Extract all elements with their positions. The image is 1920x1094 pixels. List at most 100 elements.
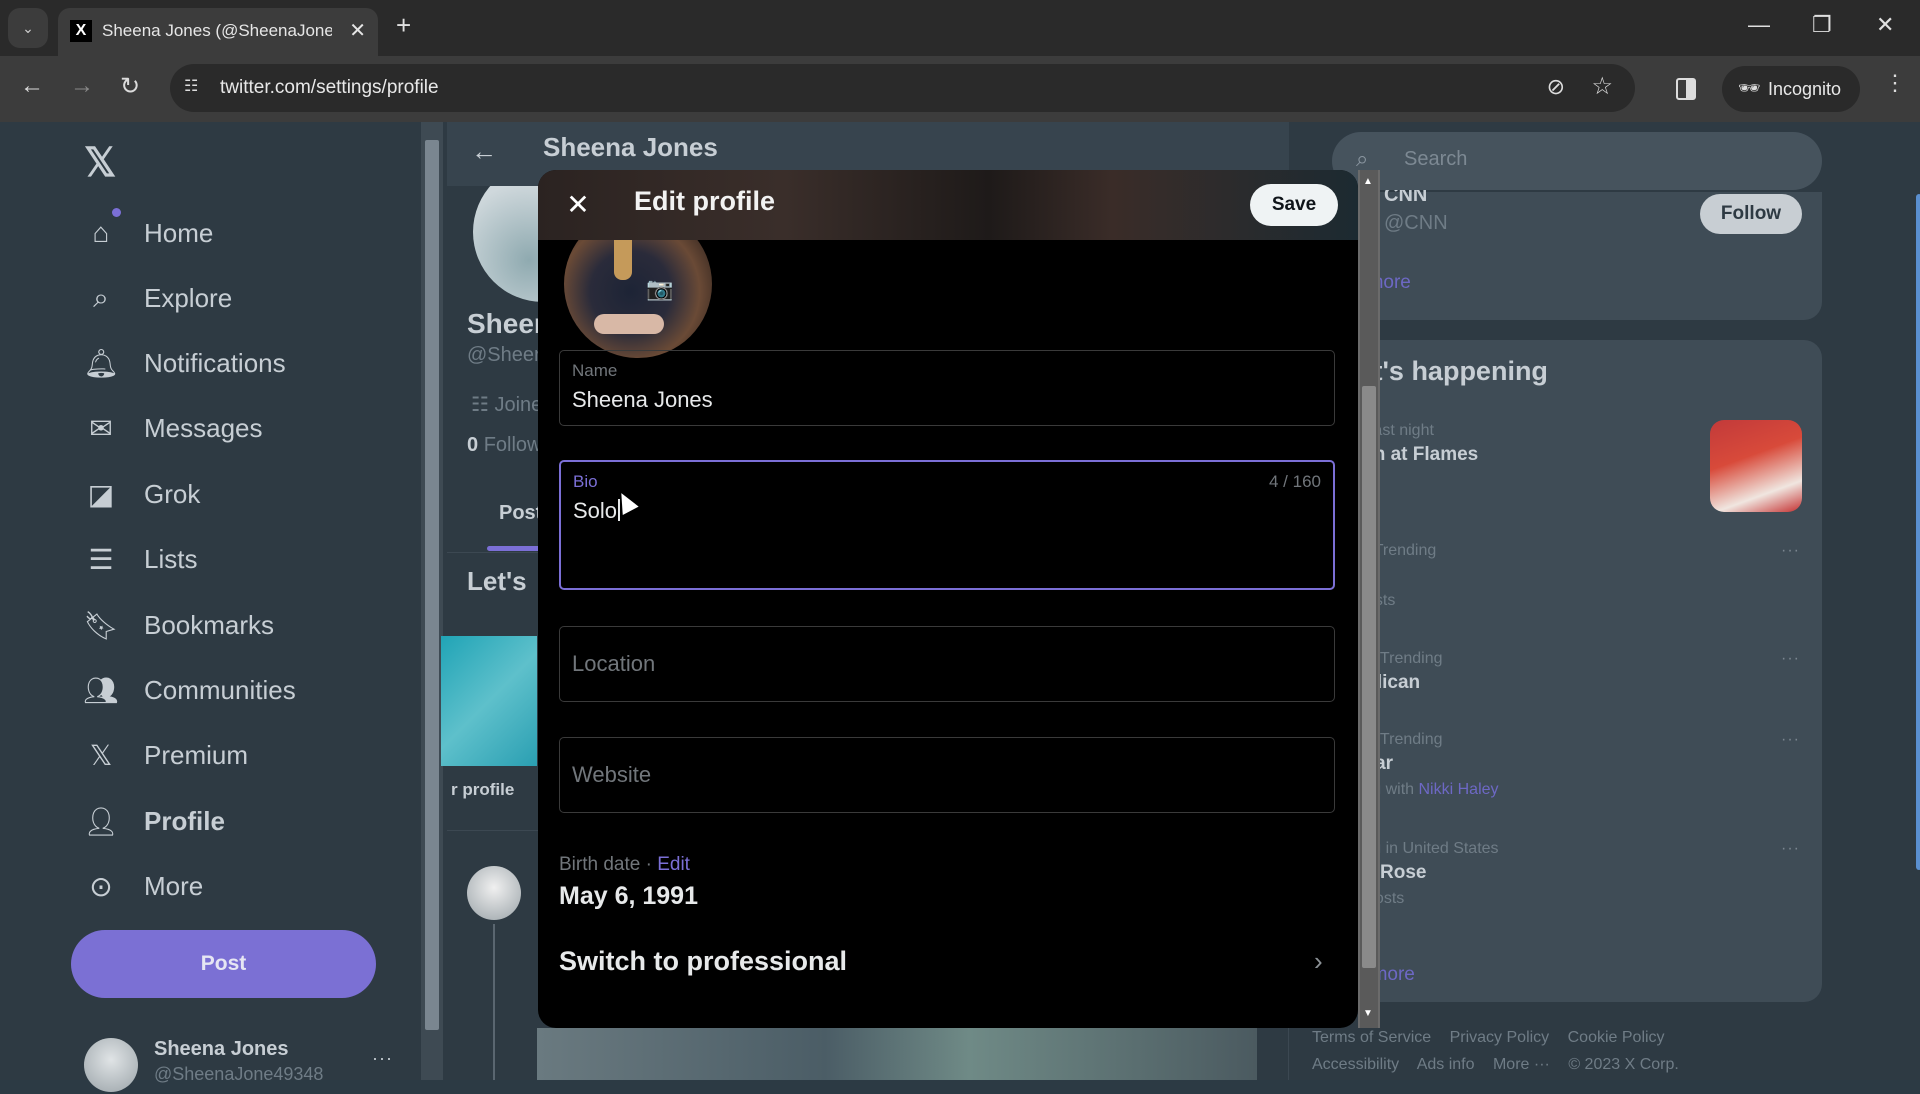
new-tab-button[interactable]: + xyxy=(396,12,411,38)
scroll-up-arrow-icon[interactable]: ▲ xyxy=(1363,176,1373,187)
birth-date-edit-link[interactable]: Edit xyxy=(657,854,690,875)
sidebar-item-more[interactable]: ⊙ More xyxy=(84,861,203,911)
edit-profile-dialog: 📷 ✕ Edit profile Save Name Sheena Jones … xyxy=(538,170,1358,1028)
bookmark-star-icon[interactable]: ☆ xyxy=(1591,72,1613,101)
setup-card-image[interactable] xyxy=(441,636,537,766)
left-sidebar: 𝕏 ⌂ Home ⌕ Explore 🔔︎ Notifications ✉ Me… xyxy=(0,122,420,1092)
sidebar-item-explore[interactable]: ⌕ Explore xyxy=(84,273,232,323)
site-info-icon[interactable]: ☷ xyxy=(184,76,208,100)
tab-posts[interactable]: Post xyxy=(499,502,542,525)
back-arrow-icon[interactable]: ← xyxy=(471,136,497,167)
more-icon[interactable]: ··· xyxy=(1781,840,1800,858)
scrollbar-thumb[interactable] xyxy=(425,140,439,1030)
sidebar-item-premium[interactable]: 𝕏 Premium xyxy=(84,730,248,780)
more-icon[interactable]: ··· xyxy=(1781,650,1800,668)
tab-search-button[interactable]: ⌄ xyxy=(8,8,48,48)
url-text[interactable]: twitter.com/settings/profile xyxy=(220,77,439,99)
follow-button[interactable]: Follow xyxy=(1700,194,1802,234)
trend-item[interactable]: rts · Trending ebo K posts ··· xyxy=(1342,542,1812,610)
sidebar-item-communities[interactable]: 👥︎ Communities xyxy=(83,665,296,715)
close-icon[interactable]: ✕ xyxy=(558,184,598,224)
browser-tab[interactable]: X Sheena Jones (@SheenaJone49 ✕ xyxy=(58,8,378,56)
restore-icon[interactable]: ❐ xyxy=(1812,12,1832,38)
trend-item[interactable]: tics · Trending publican ··· xyxy=(1342,650,1812,694)
trend-image xyxy=(1710,420,1802,512)
thread-line xyxy=(493,924,495,1080)
sidebar-item-label: Notifications xyxy=(144,347,286,378)
location-field[interactable]: Location xyxy=(559,626,1335,702)
name-field[interactable]: Name Sheena Jones xyxy=(559,350,1335,426)
grok-icon: ◪ xyxy=(87,478,115,510)
page-scrollbar[interactable] xyxy=(1916,194,1920,870)
sidebar-item-messages[interactable]: ✉ Messages xyxy=(84,403,262,453)
birth-date-value: May 6, 1991 xyxy=(559,882,698,910)
trend-context-link[interactable]: Nikki Haley xyxy=(1419,781,1499,798)
birth-date-label: Birth date · Edit xyxy=(559,854,690,876)
trend-name: ebo xyxy=(1342,564,1812,586)
reload-icon[interactable]: ↻ xyxy=(120,72,140,101)
website-field[interactable]: Website xyxy=(559,737,1335,813)
footer-link[interactable]: Ads info xyxy=(1417,1056,1475,1073)
footer-link[interactable]: Privacy Policy xyxy=(1450,1029,1550,1046)
bio-field[interactable]: Bio 4 / 160 Solo xyxy=(559,460,1335,590)
side-panel-icon[interactable] xyxy=(1676,78,1696,100)
sidebar-item-grok[interactable]: ◪ Grok xyxy=(84,469,201,519)
trend-name: publican xyxy=(1342,672,1421,693)
eye-off-icon[interactable]: ⊘ xyxy=(1547,74,1565,100)
footer-link[interactable]: Cookie Policy xyxy=(1568,1029,1665,1046)
sidebar-item-notifications[interactable]: 🔔︎ Notifications xyxy=(83,338,286,388)
name-value[interactable]: Sheena Jones xyxy=(572,387,713,413)
more-icon[interactable]: ··· xyxy=(372,1048,393,1069)
trend-count: 7K posts xyxy=(1342,890,1405,907)
page-scrollbar[interactable] xyxy=(421,122,443,1080)
search-icon: ⌕ xyxy=(1356,146,1369,171)
sidebar-item-label: Profile xyxy=(144,805,225,836)
camera-add-icon[interactable]: 📷 xyxy=(646,276,676,302)
sidebar-item-bookmarks[interactable]: 🔖︎ Bookmarks xyxy=(83,600,274,650)
save-button[interactable]: Save xyxy=(1250,184,1338,226)
communities-icon: 👥︎ xyxy=(83,674,119,706)
sidebar-item-lists[interactable]: ☰ Lists xyxy=(84,534,197,584)
address-bar[interactable]: ☷ twitter.com/settings/profile ⊘ ☆ xyxy=(170,64,1635,112)
switch-to-professional-row[interactable]: Switch to professional › xyxy=(538,930,1358,992)
copyright: © 2023 X Corp. xyxy=(1568,1056,1679,1073)
profile-following[interactable]: 0 Follow xyxy=(467,434,541,457)
window-close-icon[interactable]: ✕ xyxy=(1876,12,1894,38)
incognito-icon: 🕶 xyxy=(1738,78,1761,98)
trend-context: nding with Nikki Haley xyxy=(1342,781,1812,799)
profile-name: Sheer xyxy=(467,308,545,339)
sidebar-item-label: More xyxy=(144,870,204,901)
section-heading: Let's xyxy=(467,566,527,596)
trend-item[interactable]: nding in United States psy Rose 7K posts… xyxy=(1342,840,1812,908)
trend-item[interactable]: tics · Trending il War nding with Nikki … xyxy=(1342,731,1812,799)
more-icon[interactable]: ··· xyxy=(1781,731,1800,749)
browser-menu-icon[interactable]: ⋮ xyxy=(1884,70,1906,96)
forward-icon[interactable]: → xyxy=(70,72,94,100)
more-icon[interactable]: ··· xyxy=(1781,542,1800,560)
account-switcher[interactable]: Sheena Jones @SheenaJone49348 ··· xyxy=(84,1034,404,1094)
trend-meta: tics · Trending xyxy=(1342,650,1443,667)
search-input[interactable]: ⌕ Search xyxy=(1332,132,1822,190)
dialog-scrollbar[interactable]: ▲ ▼ xyxy=(1358,170,1380,1028)
sidebar-item-profile[interactable]: 👤︎ Profile xyxy=(83,796,225,846)
incognito-indicator[interactable]: 🕶 Incognito xyxy=(1722,66,1860,112)
bio-value-wrapper[interactable]: Solo xyxy=(573,498,621,524)
avatar xyxy=(84,1038,138,1092)
tab-close-icon[interactable]: ✕ xyxy=(349,18,366,43)
trend-meta: rts · Trending xyxy=(1342,542,1437,559)
minimize-icon[interactable]: — xyxy=(1748,12,1770,38)
x-logo-icon[interactable]: 𝕏 xyxy=(84,140,116,186)
back-icon[interactable]: ← xyxy=(20,72,44,100)
sidebar-item-label: Communities xyxy=(144,674,296,705)
post-button[interactable]: Post xyxy=(71,930,376,998)
who-to-follow-card: N CNN @CNN Follow ow more xyxy=(1332,184,1822,320)
footer-link[interactable]: More ··· xyxy=(1493,1056,1550,1073)
search-placeholder: Search xyxy=(1404,148,1468,170)
x-favicon-icon: X xyxy=(70,20,92,42)
footer-link[interactable]: Terms of Service xyxy=(1312,1029,1431,1046)
avatar xyxy=(467,866,521,920)
sidebar-item-home[interactable]: ⌂ Home xyxy=(84,208,214,258)
scroll-down-arrow-icon[interactable]: ▼ xyxy=(1363,1008,1373,1019)
footer-link[interactable]: Accessibility xyxy=(1312,1056,1399,1073)
scrollbar-thumb[interactable] xyxy=(1362,386,1376,968)
